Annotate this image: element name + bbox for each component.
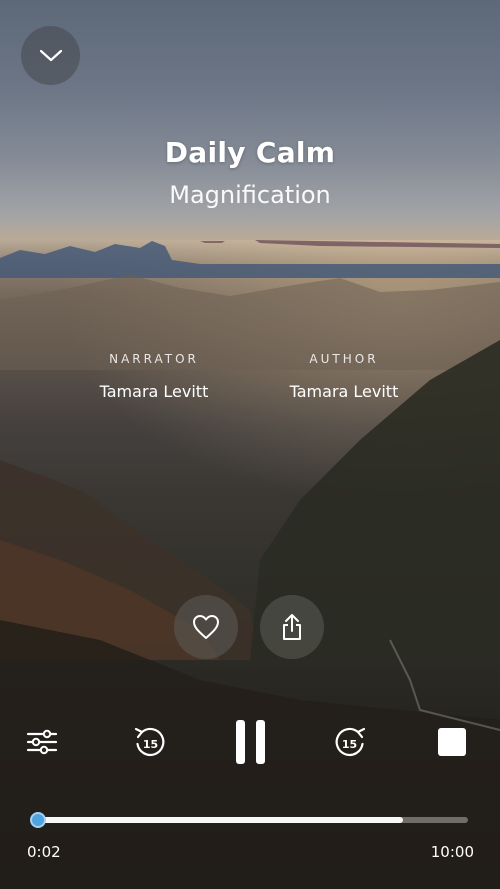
track-title: Daily Calm xyxy=(164,136,336,169)
favorite-button[interactable] xyxy=(174,595,238,659)
narrator-name: Tamara Levitt xyxy=(99,382,209,401)
share-icon xyxy=(283,614,301,640)
chevron-down-icon xyxy=(39,49,62,61)
stop-icon xyxy=(438,728,466,756)
author-credit: AUTHOR Tamara Levitt xyxy=(264,352,424,401)
rewind-seconds-label: 15 xyxy=(143,738,158,751)
author-name: Tamara Levitt xyxy=(289,382,399,401)
collapse-button[interactable] xyxy=(21,26,80,85)
author-label: AUTHOR xyxy=(309,352,379,366)
narrator-label: NARRATOR xyxy=(109,352,199,366)
total-time: 10:00 xyxy=(430,843,474,861)
progress-buffered xyxy=(37,817,404,823)
track-header: Daily Calm Magnification xyxy=(0,136,500,209)
stop-button[interactable] xyxy=(434,724,470,760)
track-subtitle: Magnification xyxy=(169,181,331,209)
sliders-icon xyxy=(26,729,58,755)
elapsed-time: 0:02 xyxy=(27,843,61,861)
settings-button[interactable] xyxy=(24,726,60,758)
rewind-15-icon: 15 xyxy=(134,727,165,757)
playback-controls: 15 15 xyxy=(0,714,500,770)
rewind-15-button[interactable]: 15 xyxy=(130,722,170,762)
forward-15-icon: 15 xyxy=(335,727,366,757)
share-button[interactable] xyxy=(260,595,324,659)
forward-seconds-label: 15 xyxy=(342,738,357,751)
forward-15-button[interactable]: 15 xyxy=(330,722,370,762)
progress-bar[interactable] xyxy=(30,812,468,828)
pause-button[interactable] xyxy=(226,716,274,768)
heart-icon xyxy=(193,615,219,639)
pause-icon xyxy=(236,720,265,764)
narrator-credit: NARRATOR Tamara Levitt xyxy=(74,352,234,401)
